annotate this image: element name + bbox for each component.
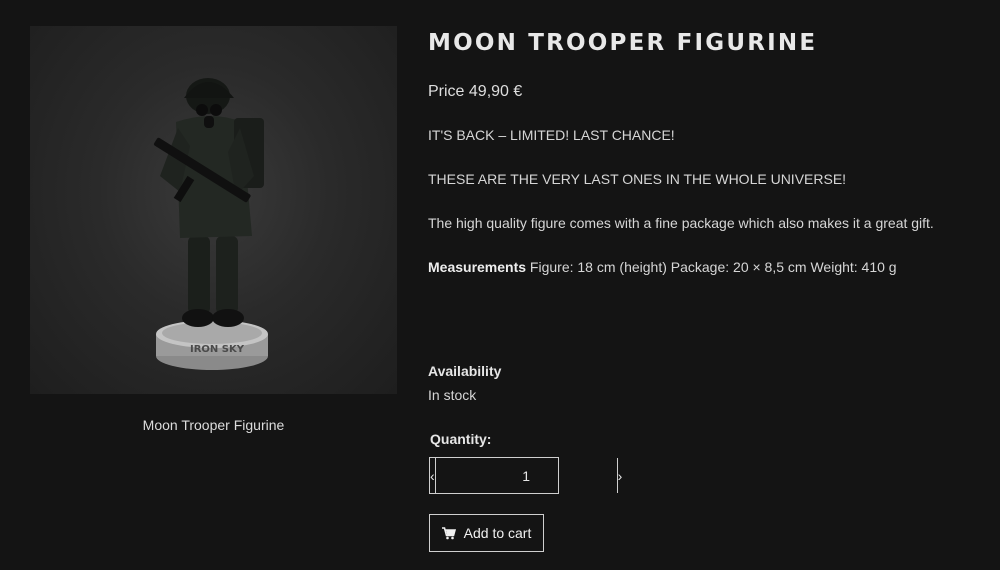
availability-value: In stock bbox=[428, 387, 477, 403]
chevron-left-icon: ‹ bbox=[430, 467, 435, 484]
product-price: Price 49,90 € bbox=[428, 83, 523, 100]
quantity-increment-button[interactable]: › bbox=[616, 458, 623, 493]
measurements-label: Measurements bbox=[428, 259, 527, 275]
add-to-cart-label: Add to cart bbox=[463, 525, 532, 541]
chevron-right-icon: › bbox=[617, 467, 623, 484]
product-title: MOON TROOPER FIGURINE bbox=[428, 30, 818, 56]
availability-label: Availability bbox=[428, 363, 502, 379]
description-line-1: IT'S BACK – LIMITED! LAST CHANCE! bbox=[428, 127, 675, 143]
quantity-stepper: ‹ › bbox=[429, 457, 622, 494]
measurements: Measurements Figure: 18 cm (height) Pack… bbox=[428, 259, 897, 275]
quantity-label: Quantity: bbox=[430, 431, 492, 447]
add-to-cart-button[interactable]: Add to cart bbox=[429, 514, 544, 552]
base-text: IRON SKY bbox=[190, 344, 245, 355]
measurements-value: Figure: 18 cm (height) Package: 20 × 8,5… bbox=[526, 259, 897, 275]
shopping-cart-icon bbox=[441, 526, 456, 540]
figurine-illustration: IRON SKY bbox=[154, 78, 268, 370]
product-image[interactable]: IRON SKY bbox=[30, 26, 397, 394]
image-caption: Moon Trooper Figurine bbox=[142, 417, 285, 433]
product-page: IRON SKY Moon Trooper Figurine MOON TROO… bbox=[0, 0, 1000, 570]
description-line-2: THESE ARE THE VERY LAST ONES IN THE WHOL… bbox=[428, 171, 847, 187]
quantity-input[interactable] bbox=[435, 458, 617, 493]
description-line-3: The high quality figure comes with a fin… bbox=[428, 215, 934, 231]
